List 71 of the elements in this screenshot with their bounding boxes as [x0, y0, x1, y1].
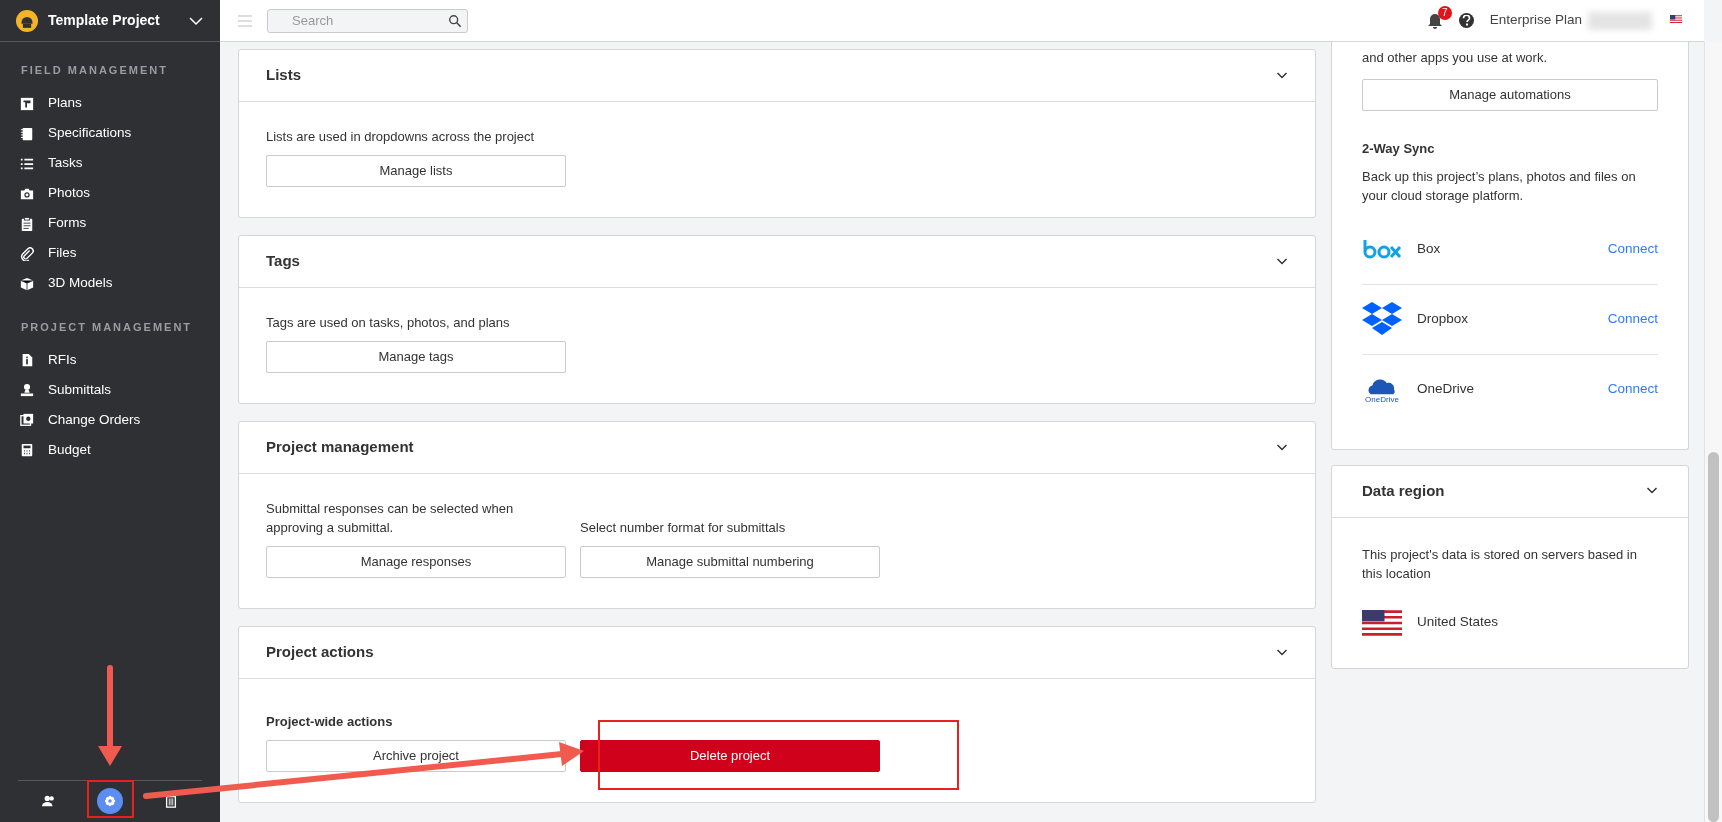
action-button[interactable]: Manage lists — [266, 155, 566, 187]
section-heading: PROJECT MANAGEMENT — [20, 319, 194, 335]
clipboard-icon — [20, 216, 34, 231]
service-name: OneDrive — [1417, 380, 1476, 399]
sidebar-item[interactable]: Tasks — [0, 148, 220, 179]
help-icon[interactable] — [1458, 13, 1474, 28]
archive-icon — [164, 793, 179, 808]
description-text: Lists are used in dropdowns across the project — [266, 128, 536, 146]
redacted-name-placeholder — [1588, 11, 1652, 30]
paperclip-icon — [20, 246, 34, 261]
sidebar-item[interactable]: Files — [0, 238, 220, 269]
sidebar-item[interactable]: RFIs — [0, 345, 220, 375]
action-button[interactable]: Manage tags — [266, 341, 566, 373]
description-text: Back up this project’s plans, photos and files on your cloud storage platform. — [1362, 167, 1637, 205]
box-logo-icon — [1362, 238, 1402, 260]
card-title: Lists — [266, 65, 301, 86]
sidebar-item[interactable]: Submittals — [0, 375, 220, 405]
plan-name: Enterprise Plan — [1489, 11, 1582, 30]
hardhat-logo-icon — [16, 9, 38, 32]
action-button[interactable]: Manage automations — [1362, 79, 1658, 111]
highlight-frame — [87, 780, 134, 818]
documents-icon — [20, 413, 34, 427]
description-text: Select number format for submittals — [580, 519, 787, 537]
service-name: Box — [1417, 239, 1442, 258]
sidebar-item[interactable]: Plans — [0, 88, 220, 119]
sidebar-item[interactable]: Budget — [0, 435, 220, 465]
menu-icon — [237, 12, 253, 29]
sidebar-item[interactable]: Specifications — [0, 118, 220, 149]
scrollbar[interactable] — [1704, 42, 1722, 822]
project-name[interactable]: Template Project — [48, 10, 188, 31]
cube-icon — [20, 276, 34, 291]
description-text: This project's data is stored on servers based in this location — [1362, 545, 1638, 583]
sidebar-item[interactable]: Change Orders — [0, 405, 220, 435]
sidebar-item[interactable]: Photos — [0, 178, 220, 209]
people-icon — [41, 793, 56, 808]
card-title: Tags — [266, 251, 300, 272]
search-icon — [448, 13, 462, 28]
description-text: Submittal responses can be selected when approving a submittal. — [266, 500, 515, 537]
sidebar-item[interactable]: 3D Models — [0, 268, 220, 299]
dropbox-logo-icon — [1362, 302, 1402, 336]
card-title: Project actions — [266, 642, 374, 663]
list-icon — [20, 156, 34, 171]
document-icon — [20, 353, 34, 367]
section-heading: FIELD MANAGEMENT — [20, 63, 169, 78]
plan-icon — [20, 96, 34, 111]
settings-icon — [103, 793, 117, 808]
card-title: Project management — [266, 437, 414, 458]
region-name: United States — [1417, 613, 1499, 632]
search-field[interactable]: Search — [267, 8, 468, 33]
settings-button[interactable] — [97, 787, 123, 814]
calculator-icon — [20, 443, 34, 457]
notification-count: 7 — [1437, 5, 1452, 20]
camera-icon — [20, 186, 34, 201]
notebook-icon — [20, 126, 34, 141]
section-subheading: Project-wide actions — [266, 713, 394, 731]
stamp-icon — [20, 383, 34, 397]
action-button[interactable]: Manage submittal numbering — [580, 546, 880, 578]
connect-link[interactable]: Connect — [1607, 308, 1658, 330]
us-flag-icon — [1362, 609, 1402, 636]
section-subheading: 2-Way Sync — [1362, 140, 1436, 158]
card-title: Data region — [1362, 480, 1445, 501]
connect-link[interactable]: Connect — [1607, 379, 1658, 400]
delete-button[interactable]: Delete project — [580, 739, 880, 772]
bell-icon — [1426, 12, 1443, 29]
connect-link[interactable]: Connect — [1607, 238, 1658, 260]
sidebar-item[interactable]: Forms — [0, 208, 220, 239]
action-button[interactable]: Manage responses — [266, 546, 566, 578]
description-text: and other apps you use at work. — [1362, 49, 1548, 67]
service-name: Dropbox — [1417, 309, 1470, 328]
logo-caption: OneDrive — [1365, 394, 1399, 405]
description-text: Tags are used on tasks, photos, and plans — [266, 314, 511, 332]
